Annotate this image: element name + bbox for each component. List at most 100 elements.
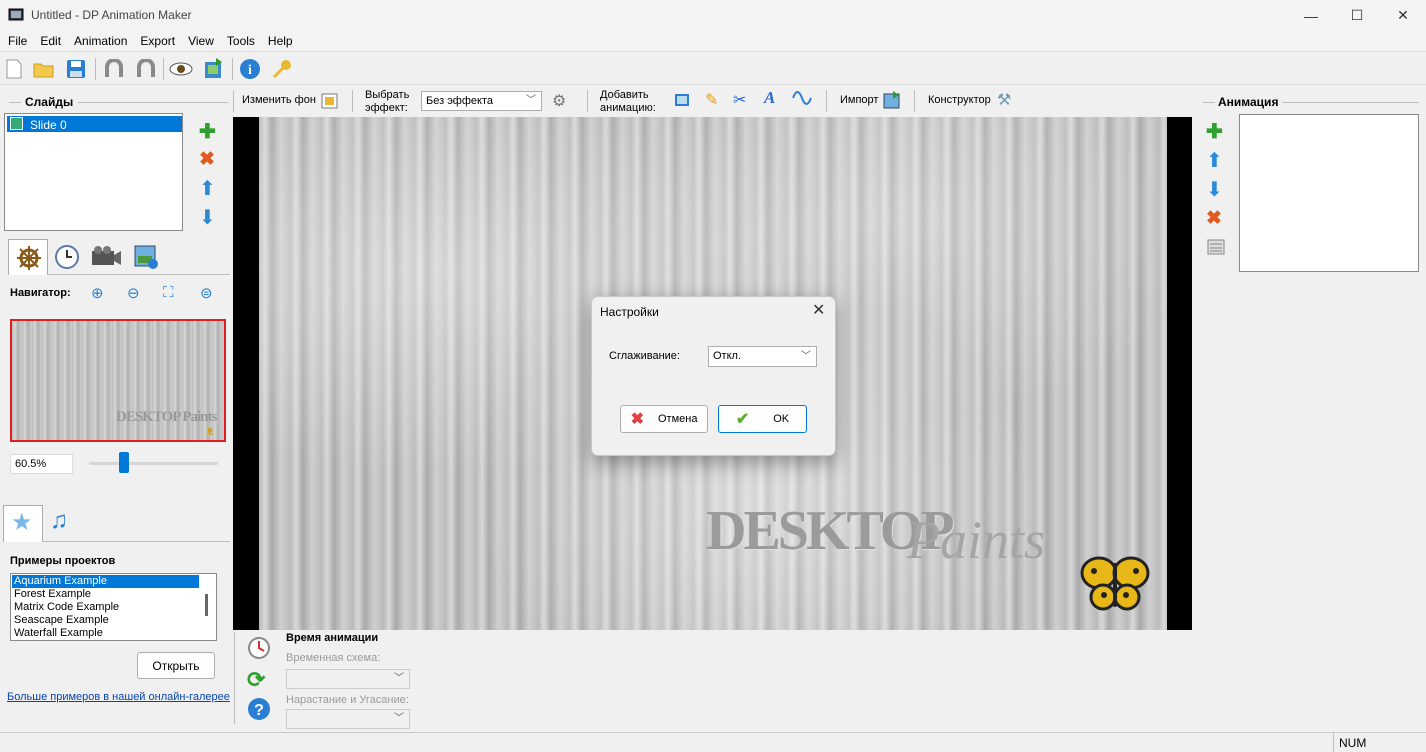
draw-tools-icon[interactable]: ✂ — [733, 90, 746, 110]
examples-list[interactable]: Aquarium Example Forest Example Matrix C… — [10, 573, 217, 641]
animation-properties-icon[interactable] — [1207, 239, 1225, 258]
add-animation-label: Добавить анимацию: — [600, 89, 656, 114]
tools-wrench-icon[interactable]: ⚒ — [997, 90, 1011, 110]
watermark-paints: Paints — [907, 510, 1046, 570]
menu-help[interactable]: Help — [268, 31, 293, 51]
add-animation-icon[interactable]: ✚ — [1206, 119, 1223, 144]
music-note-icon[interactable]: ♫ — [50, 507, 68, 535]
zoom-slider-thumb[interactable] — [118, 452, 129, 473]
redo-icon[interactable] — [134, 57, 158, 81]
chevron-down-icon: ﹀ — [394, 713, 404, 724]
background-image-icon[interactable] — [321, 92, 339, 113]
list-item[interactable]: Forest Example — [14, 588, 91, 601]
image-info-icon[interactable] — [133, 244, 159, 273]
add-slide-icon[interactable]: ✚ — [199, 119, 216, 144]
loop-icon[interactable]: ⟳ — [247, 667, 265, 693]
add-image-icon[interactable] — [674, 93, 690, 110]
gallery-link[interactable]: Больше примеров в нашей онлайн-галерее — [7, 691, 230, 703]
examples-header: Примеры проектов — [10, 555, 116, 567]
text-tool-icon[interactable]: A — [764, 88, 775, 108]
navigator-preview[interactable]: DESKTOP Paints ᴥ — [10, 319, 226, 442]
cancel-x-icon: ✖ — [630, 411, 644, 428]
import-label[interactable]: Импорт — [840, 94, 878, 106]
ok-button[interactable]: ✔ OK — [718, 405, 807, 433]
effect-settings-gear-icon[interactable]: ⚙ — [552, 91, 566, 111]
butterfly-icon — [1079, 553, 1151, 616]
minimize-button[interactable]: — — [1288, 0, 1334, 31]
move-down-icon[interactable]: ⬇ — [199, 205, 216, 230]
menu-file[interactable]: File — [8, 31, 27, 51]
zoom-fit-icon[interactable]: ⛶ — [163, 284, 174, 301]
thumb-watermark: DESKTOP Paints — [116, 409, 217, 425]
change-bg-label[interactable]: Изменить фон — [242, 94, 316, 106]
constructor-label[interactable]: Конструктор — [928, 94, 991, 106]
effect-select[interactable]: Без эффекта ﹀ — [421, 91, 542, 111]
chevron-down-icon: ﹀ — [394, 673, 404, 684]
clock-icon[interactable] — [54, 244, 80, 273]
list-item[interactable]: Seascape Example — [14, 614, 109, 627]
fade-select[interactable]: ﹀ — [286, 709, 410, 729]
svg-text:i: i — [248, 63, 252, 78]
export-film-icon[interactable] — [201, 57, 225, 81]
animation-down-icon[interactable]: ⬇ — [1206, 177, 1223, 202]
main-toolbar: i — [0, 51, 1426, 85]
open-folder-icon[interactable] — [32, 57, 56, 81]
slides-list[interactable]: Slide 0 — [4, 113, 183, 231]
maximize-button[interactable]: ☐ — [1334, 0, 1380, 31]
title-bar: Untitled - DP Animation Maker — ☐ ✕ — [0, 0, 1426, 31]
thumb-butterfly-icon: ᴥ — [206, 423, 214, 438]
dialog-close-icon[interactable]: ✕ — [812, 300, 825, 320]
zoom-slider-track[interactable] — [89, 462, 218, 465]
time-scheme-label: Временная схема: — [286, 652, 381, 664]
time-scheme-select[interactable]: ﹀ — [286, 669, 410, 689]
zoom-field[interactable]: 60.5% — [10, 454, 73, 474]
open-example-button[interactable]: Открыть — [137, 652, 215, 679]
window-title: Untitled - DP Animation Maker — [31, 8, 192, 22]
check-icon: ✔ — [735, 411, 750, 428]
import-icon[interactable] — [883, 91, 901, 112]
zoom-out-icon[interactable]: ⊖ — [127, 284, 140, 302]
delete-animation-icon[interactable]: ✖ — [1206, 207, 1222, 230]
undo-icon[interactable] — [102, 57, 126, 81]
info-icon[interactable]: i — [238, 57, 262, 81]
animation-up-icon[interactable]: ⬆ — [1206, 148, 1223, 173]
svg-text:?: ? — [254, 702, 264, 719]
new-file-icon[interactable] — [2, 57, 26, 81]
list-item[interactable]: Waterfall Example — [14, 627, 103, 640]
timer-icon[interactable] — [247, 635, 271, 662]
list-item[interactable]: Aquarium Example — [12, 575, 199, 588]
menu-tools[interactable]: Tools — [227, 31, 255, 51]
list-item[interactable]: Matrix Code Example — [14, 601, 119, 614]
menu-edit[interactable]: Edit — [40, 31, 61, 51]
menu-export[interactable]: Export — [140, 31, 175, 51]
menu-animation[interactable]: Animation — [74, 31, 127, 51]
timing-header: Время анимации — [286, 632, 379, 644]
cancel-button[interactable]: ✖ Отмена — [620, 405, 708, 433]
tab-navigator[interactable] — [8, 239, 48, 275]
list-scrollbar[interactable] — [205, 594, 208, 616]
status-bar: NUM — [0, 732, 1426, 752]
star-icon: ★ — [11, 509, 33, 536]
menu-view[interactable]: View — [188, 31, 214, 51]
chevron-down-icon: ﹀ — [801, 351, 811, 362]
navigator-label: Навигатор: — [10, 287, 71, 299]
key-icon[interactable] — [270, 57, 294, 81]
zoom-actual-icon[interactable]: ⊜ — [200, 284, 213, 302]
camera-icon[interactable] — [90, 245, 122, 270]
delete-slide-icon[interactable]: ✖ — [199, 148, 215, 171]
move-up-icon[interactable]: ⬆ — [199, 176, 216, 201]
close-button[interactable]: ✕ — [1380, 0, 1426, 31]
zoom-in-icon[interactable]: ⊕ — [91, 284, 104, 302]
smoothing-select[interactable]: Откл. ﹀ — [708, 346, 817, 367]
ship-wheel-icon — [17, 246, 41, 270]
slide-item[interactable]: Slide 0 — [7, 116, 182, 132]
preview-eye-icon[interactable] — [169, 57, 193, 81]
wave-path-icon[interactable] — [792, 90, 812, 109]
animation-header: Анимация — [1218, 95, 1279, 109]
animation-list[interactable] — [1239, 114, 1419, 272]
num-lock-indicator: NUM — [1339, 736, 1367, 750]
save-icon[interactable] — [64, 57, 88, 81]
brush-icon[interactable]: ✎ — [705, 90, 718, 110]
tab-examples[interactable]: ★ — [3, 505, 43, 542]
help-icon[interactable]: ? — [247, 697, 271, 724]
